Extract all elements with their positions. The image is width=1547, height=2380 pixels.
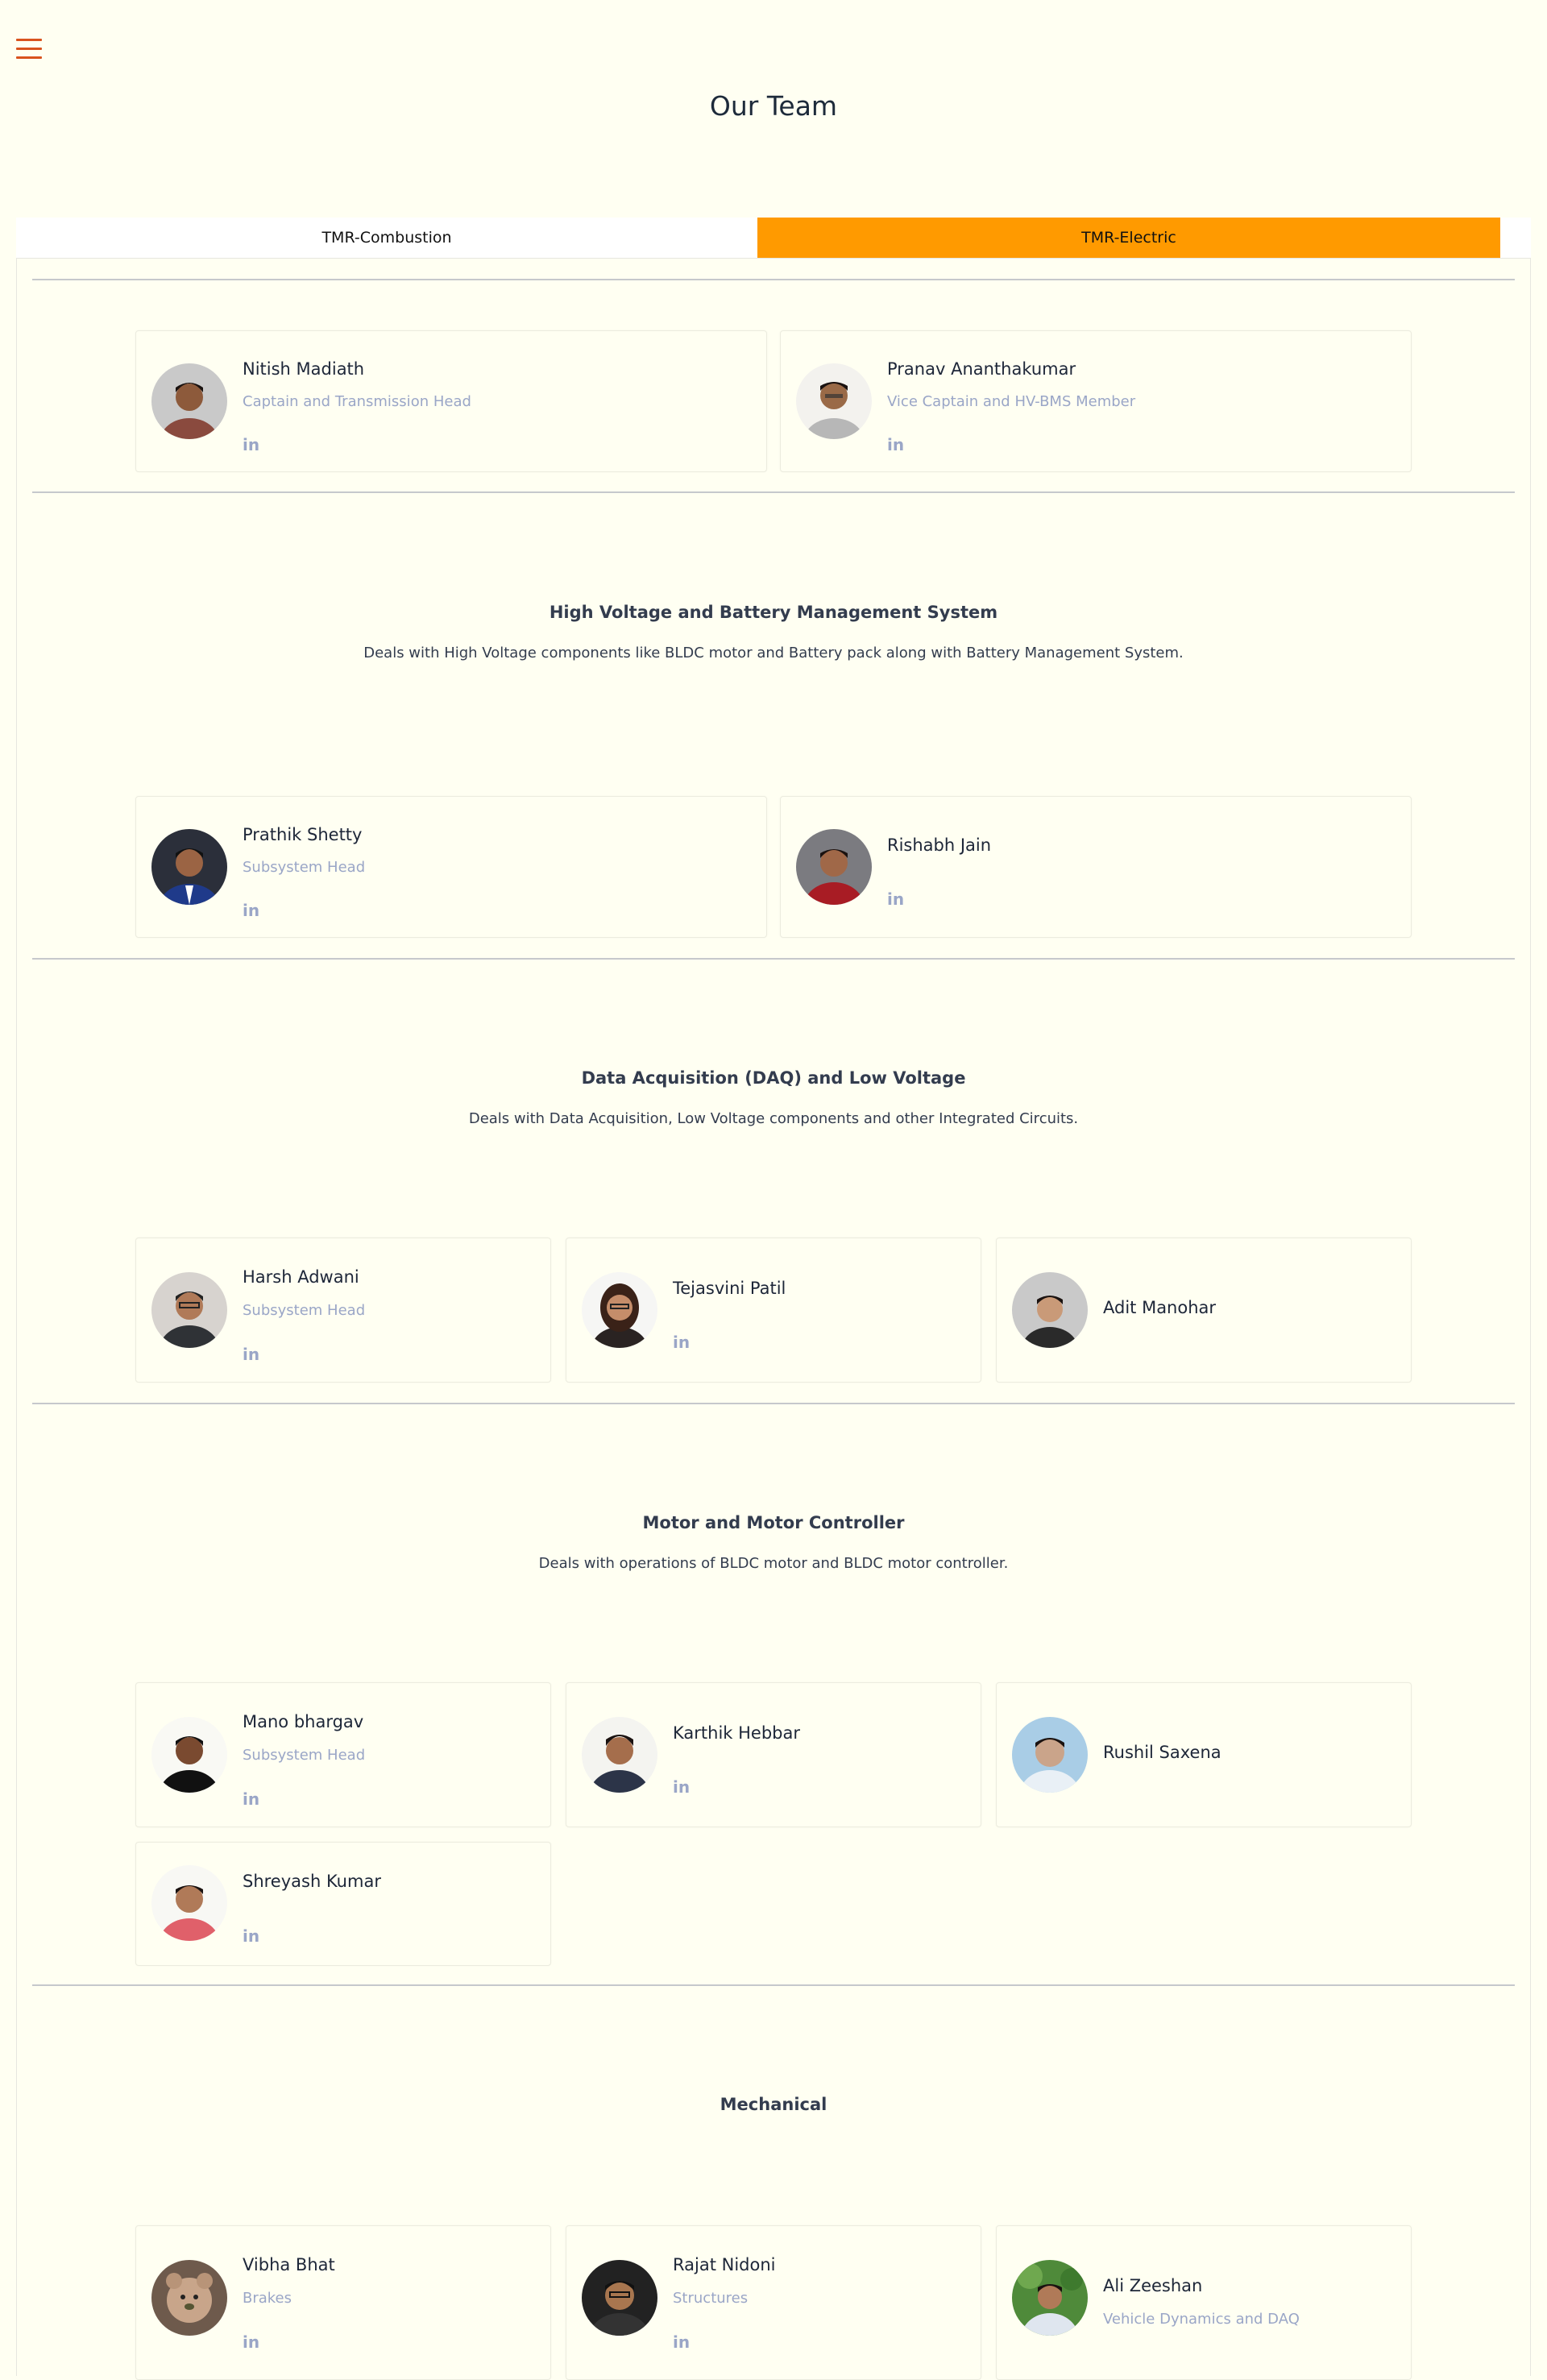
member-card: Ali Zeeshan Vehicle Dynamics and DAQ (996, 2225, 1412, 2380)
linkedin-icon[interactable]: in (243, 2332, 259, 2352)
member-photo (151, 829, 227, 905)
member-card: Pranav Ananthakumar Vice Captain and HV-… (780, 330, 1412, 472)
divider (32, 1403, 1515, 1404)
member-photo (151, 1272, 227, 1348)
member-name: Shreyash Kumar (243, 1872, 381, 1891)
member-name: Pranav Ananthakumar (887, 359, 1076, 379)
member-name: Prathik Shetty (243, 825, 363, 844)
member-card: Rishabh Jain in (780, 796, 1412, 938)
member-card: Shreyash Kumar in (135, 1842, 551, 1966)
linkedin-icon[interactable]: in (243, 1345, 259, 1364)
member-card: Rushil Saxena (996, 1682, 1412, 1827)
member-photo (151, 1717, 227, 1793)
member-photo (582, 1717, 657, 1793)
tab-tmr-combustion[interactable]: TMR-Combustion (16, 218, 757, 258)
divider (32, 279, 1515, 280)
member-card: Rajat Nidoni Structures in (566, 2225, 981, 2380)
linkedin-icon[interactable]: in (243, 901, 259, 920)
member-name: Rishabh Jain (887, 835, 992, 855)
linkedin-icon[interactable]: in (673, 1333, 690, 1352)
member-name: Harsh Adwani (243, 1267, 359, 1287)
member-card: Prathik Shetty Subsystem Head in (135, 796, 767, 938)
member-photo (796, 363, 872, 439)
member-role: Subsystem Head (243, 859, 366, 876)
divider (32, 1984, 1515, 1986)
section-description: Deals with High Voltage components like … (363, 645, 1184, 661)
member-name: Nitish Madiath (243, 359, 365, 379)
member-card: Karthik Hebbar in (566, 1682, 981, 1827)
divider (32, 958, 1515, 960)
section-title: Mechanical (720, 2095, 827, 2114)
member-card: Tejasvini Patil in (566, 1238, 981, 1383)
member-photo (1012, 1272, 1088, 1348)
member-photo (1012, 1717, 1088, 1793)
linkedin-icon[interactable]: in (243, 1926, 259, 1946)
member-name: Rushil Saxena (1103, 1743, 1221, 1762)
member-photo (151, 363, 227, 439)
section-title: High Voltage and Battery Management Syst… (549, 603, 998, 622)
member-photo (151, 2260, 227, 2336)
member-card: Mano bhargav Subsystem Head in (135, 1682, 551, 1827)
linkedin-icon[interactable]: in (673, 2332, 690, 2352)
member-card: Vibha Bhat Brakes in (135, 2225, 551, 2380)
member-photo (151, 1865, 227, 1941)
section-title: Data Acquisition (DAQ) and Low Voltage (581, 1068, 966, 1088)
tab-tmr-electric[interactable]: TMR-Electric (757, 218, 1500, 258)
member-name: Adit Manohar (1103, 1298, 1217, 1317)
member-role: Captain and Transmission Head (243, 393, 471, 410)
member-photo (796, 829, 872, 905)
section-description: Deals with Data Acquisition, Low Voltage… (468, 1110, 1079, 1127)
member-role: Subsystem Head (243, 1747, 366, 1764)
section-title: Motor and Motor Controller (642, 1513, 905, 1532)
linkedin-icon[interactable]: in (243, 1789, 259, 1809)
member-role: Vice Captain and HV-BMS Member (887, 393, 1136, 410)
team-tabs: TMR-Combustion TMR-Electric (16, 218, 1531, 258)
member-role: Brakes (243, 2290, 292, 2307)
member-name: Rajat Nidoni (673, 2255, 776, 2274)
linkedin-icon[interactable]: in (887, 435, 904, 454)
member-card: Harsh Adwani Subsystem Head in (135, 1238, 551, 1383)
member-photo (582, 1272, 657, 1348)
member-role: Subsystem Head (243, 1302, 366, 1319)
menu-icon[interactable] (16, 39, 42, 63)
member-name: Ali Zeeshan (1103, 2276, 1203, 2295)
linkedin-icon[interactable]: in (673, 1777, 690, 1797)
member-name: Vibha Bhat (243, 2255, 335, 2274)
divider (32, 491, 1515, 493)
member-name: Mano bhargav (243, 1712, 364, 1731)
member-photo (1012, 2260, 1088, 2336)
linkedin-icon[interactable]: in (243, 435, 259, 454)
member-role: Structures (673, 2290, 749, 2307)
member-card: Nitish Madiath Captain and Transmission … (135, 330, 767, 472)
member-name: Karthik Hebbar (673, 1723, 800, 1743)
member-role: Vehicle Dynamics and DAQ (1103, 2311, 1300, 2328)
member-card: Adit Manohar (996, 1238, 1412, 1383)
page-title: Our Team (709, 90, 838, 122)
member-photo (582, 2260, 657, 2336)
member-name: Tejasvini Patil (673, 1279, 786, 1298)
linkedin-icon[interactable]: in (887, 889, 904, 909)
section-description: Deals with operations of BLDC motor and … (538, 1555, 1009, 1572)
